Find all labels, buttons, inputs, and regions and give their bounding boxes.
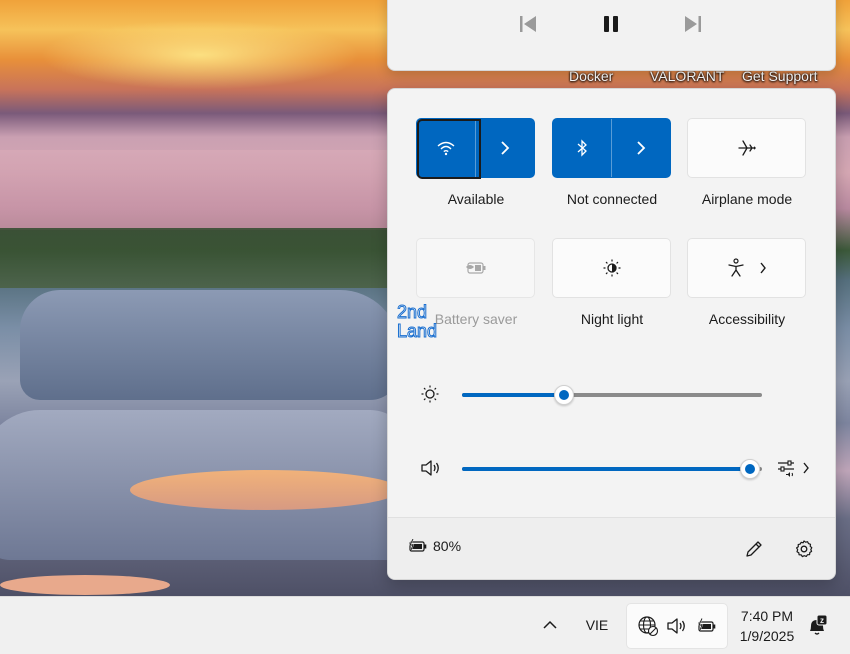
speaker-icon bbox=[667, 618, 685, 634]
globe-network-icon bbox=[638, 616, 658, 637]
system-tray-status-button[interactable] bbox=[626, 603, 728, 649]
brightness-slider[interactable] bbox=[462, 385, 762, 405]
battery-status-button[interactable]: 80% bbox=[407, 538, 461, 554]
airplane-icon bbox=[737, 140, 756, 156]
airplane-mode-tile[interactable] bbox=[687, 118, 806, 178]
audio-mixer-icon bbox=[778, 460, 794, 477]
input-language-indicator[interactable]: VIE bbox=[578, 613, 616, 637]
wifi-tile-label: Available bbox=[447, 191, 505, 207]
night-light-tile-label: Night light bbox=[580, 311, 644, 327]
battery-saver-tile[interactable] bbox=[416, 238, 535, 298]
svg-text:Land: Land bbox=[397, 321, 437, 340]
previous-track-icon[interactable] bbox=[513, 11, 543, 37]
2ndland-watermark-logo: 2nd Land bbox=[397, 302, 451, 342]
notification-center-button[interactable]: z bbox=[804, 613, 830, 639]
accessibility-tile[interactable] bbox=[687, 238, 806, 298]
clock-time: 7:40 PM bbox=[740, 608, 794, 624]
accessibility-icon bbox=[727, 258, 744, 277]
speaker-icon[interactable] bbox=[420, 458, 442, 478]
next-track-icon[interactable] bbox=[678, 11, 708, 37]
wifi-tile bbox=[416, 118, 535, 179]
edit-quick-settings-button[interactable] bbox=[741, 536, 767, 562]
taskbar-clock[interactable]: 7:40 PM 1/9/2025 bbox=[733, 606, 801, 646]
svg-text:2nd: 2nd bbox=[397, 302, 427, 322]
taskbar: VIE 7:40 PM 1/9/2025 z bbox=[0, 596, 850, 654]
svg-text:z: z bbox=[820, 616, 824, 625]
wifi-expand-button[interactable] bbox=[476, 119, 534, 177]
quick-settings-footer: 80% bbox=[388, 517, 835, 579]
pencil-icon bbox=[746, 541, 762, 557]
bluetooth-tile-label: Not connected bbox=[566, 191, 658, 207]
chevron-right-icon bbox=[759, 262, 766, 274]
bluetooth-tile bbox=[552, 118, 671, 178]
brightness-slider-row bbox=[388, 379, 835, 409]
night-light-icon bbox=[603, 259, 620, 277]
battery-charging-icon bbox=[698, 618, 716, 632]
battery-charging-icon bbox=[408, 539, 427, 552]
brightness-icon bbox=[420, 384, 442, 404]
accessibility-tile-label: Accessibility bbox=[708, 311, 786, 327]
airplane-mode-tile-label: Airplane mode bbox=[701, 191, 793, 207]
volume-slider-thumb[interactable] bbox=[740, 459, 760, 479]
keyboard-focus-outline bbox=[417, 119, 481, 179]
brightness-slider-thumb[interactable] bbox=[554, 385, 574, 405]
chevron-right-icon bbox=[803, 462, 809, 474]
gear-icon bbox=[796, 540, 813, 558]
battery-percentage: 80% bbox=[433, 538, 462, 554]
bluetooth-expand-button[interactable] bbox=[612, 119, 670, 177]
show-hidden-icons-button[interactable] bbox=[538, 613, 562, 637]
pause-icon[interactable] bbox=[596, 11, 626, 37]
clock-date: 1/9/2025 bbox=[739, 628, 795, 644]
media-controls-flyout bbox=[387, 0, 836, 71]
notification-bell-icon: z bbox=[810, 615, 828, 635]
bluetooth-toggle-button[interactable] bbox=[553, 119, 611, 177]
all-settings-button[interactable] bbox=[791, 536, 817, 562]
audio-output-select-button[interactable] bbox=[776, 458, 810, 478]
night-light-tile[interactable] bbox=[552, 238, 671, 298]
volume-slider-row bbox=[388, 453, 835, 483]
chevron-up-icon bbox=[543, 620, 557, 629]
quick-settings-panel: Available Not connected Airplane mode Ba… bbox=[387, 88, 836, 580]
chevron-right-icon bbox=[637, 141, 646, 155]
volume-slider[interactable] bbox=[462, 459, 762, 479]
chevron-right-icon bbox=[501, 141, 510, 155]
battery-saver-icon bbox=[465, 262, 485, 274]
bluetooth-icon bbox=[577, 139, 587, 157]
